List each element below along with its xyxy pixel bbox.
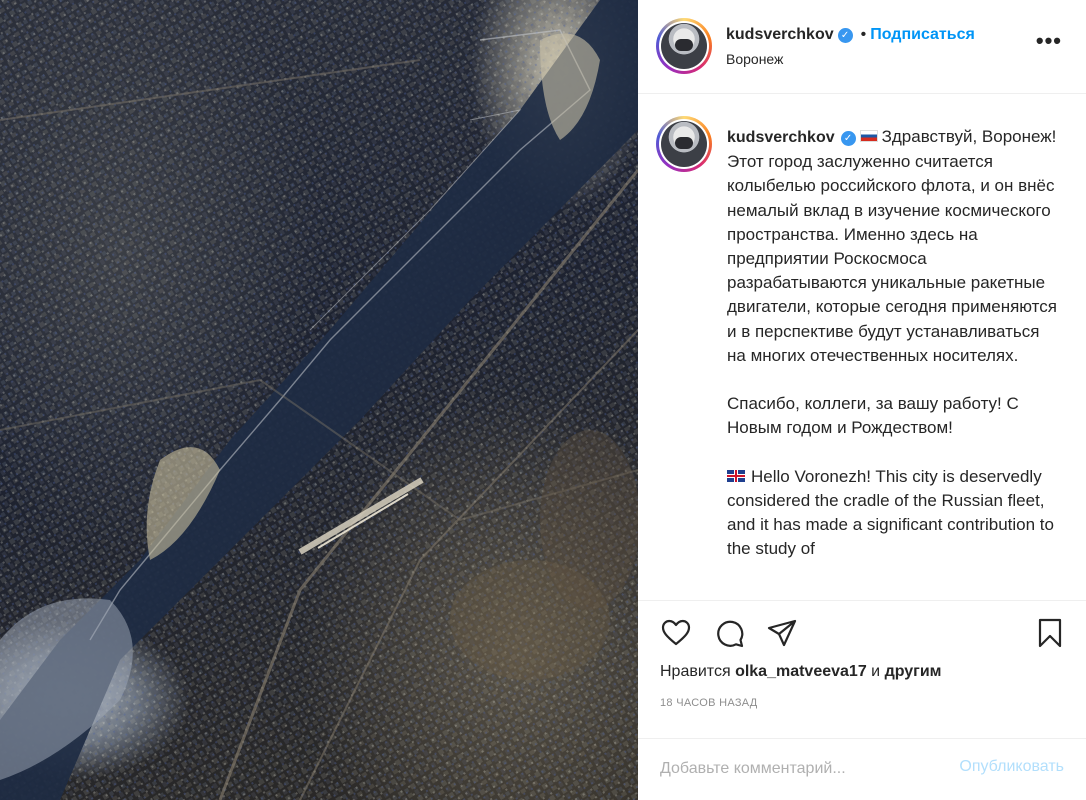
- satellite-image-voronezh: [0, 0, 638, 800]
- heart-icon[interactable]: [660, 617, 692, 649]
- caption-area[interactable]: kudsverchkov ✓ Здравствуй, Воронеж! Этот г…: [638, 95, 1086, 600]
- post-side-panel: kudsverchkov ✓ • Подписаться Воронеж ••• ku…: [638, 0, 1086, 800]
- avatar-image: [661, 121, 707, 167]
- likes-others-link[interactable]: другим: [885, 663, 942, 680]
- likes-prefix: Нравится: [660, 663, 731, 680]
- liked-by-user-link[interactable]: olka_matveeva17: [735, 663, 867, 680]
- follow-button[interactable]: Подписаться: [870, 26, 975, 43]
- separator-dot: •: [860, 26, 867, 43]
- comment-input[interactable]: [660, 755, 930, 783]
- caption-avatar[interactable]: [656, 116, 712, 172]
- verified-badge-icon: ✓: [837, 28, 853, 43]
- publish-button[interactable]: Опубликовать: [959, 758, 1064, 776]
- comment-icon[interactable]: [714, 617, 746, 649]
- post-header: kudsverchkov ✓ • Подписаться Воронеж •••: [638, 0, 1086, 94]
- likes-summary: Нравится olka_matveeva17 и другим: [660, 663, 942, 681]
- avatar-image: [661, 23, 707, 69]
- russia-flag-icon: [859, 130, 878, 142]
- post-timestamp[interactable]: 18 ЧАСОВ НАЗАД: [660, 697, 758, 709]
- header-user-line: kudsverchkov ✓ • Подписаться: [726, 26, 975, 44]
- comment-bar: Опубликовать: [638, 738, 1086, 800]
- post-photo[interactable]: [0, 0, 638, 800]
- share-icon[interactable]: [766, 617, 798, 649]
- location-link[interactable]: Воронеж: [726, 51, 783, 67]
- caption-username-link[interactable]: kudsverchkov: [727, 129, 835, 146]
- uk-flag-icon: [727, 469, 745, 482]
- caption-body-en: Hello Voronezh! This city is deservedly …: [727, 466, 1059, 559]
- more-options-icon[interactable]: •••: [1036, 28, 1062, 54]
- caption-body-ru: Здравствуй, Воронеж! Этот город заслужен…: [727, 127, 1057, 438]
- post-actions: Нравится olka_matveeva17 и другим 18 ЧАС…: [638, 600, 1086, 738]
- bookmark-icon[interactable]: [1034, 617, 1066, 649]
- likes-conjunction: и: [871, 663, 881, 680]
- avatar[interactable]: [656, 18, 712, 74]
- caption-text: kudsverchkov ✓ Здравствуй, Воронеж! Этот г…: [727, 125, 1057, 562]
- verified-badge-icon: ✓: [840, 131, 856, 146]
- username-link[interactable]: kudsverchkov: [726, 26, 834, 43]
